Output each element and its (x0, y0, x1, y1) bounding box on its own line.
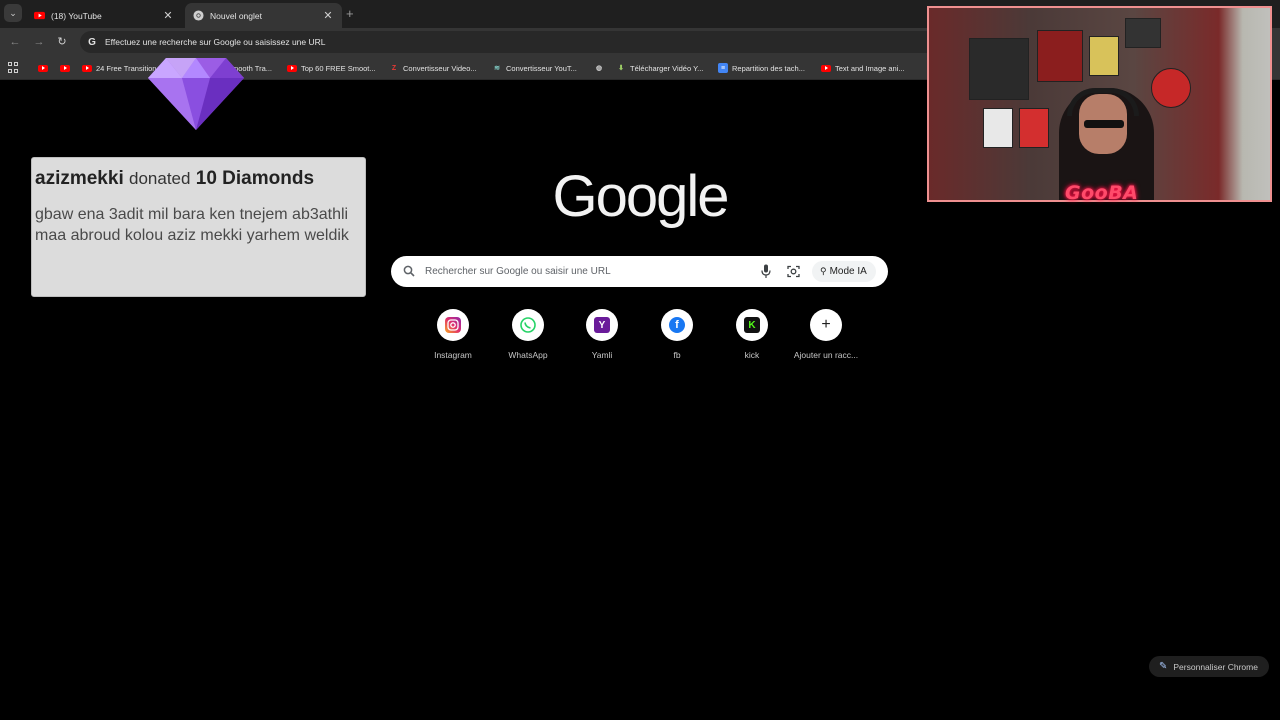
customize-chrome-button[interactable]: ✎ Personnaliser Chrome (1149, 656, 1269, 677)
ai-mode-label: Mode IA (829, 266, 867, 277)
address-bar-text: Effectuez une recherche sur Google ou sa… (105, 37, 326, 47)
chrome-icon (193, 10, 204, 21)
sunglasses (1084, 120, 1124, 128)
tab-youtube[interactable]: (18) YouTube ✕ (26, 3, 182, 28)
shortcut-label: Yamli (591, 350, 613, 360)
shortcuts-row: Instagram WhatsApp Y Yamli f fb K kick +… (416, 309, 864, 369)
jersey (983, 108, 1013, 148)
shortcut-tile (512, 309, 544, 341)
diamond-icon (148, 58, 244, 130)
pencil-icon: ✎ (1159, 661, 1168, 672)
bookmark-item[interactable]: ◍ (594, 61, 608, 75)
shortcut-label: Instagram (434, 350, 472, 360)
docs-icon: ≡ (718, 63, 728, 73)
bookmark-item[interactable]: Z Convertisseur Video... (389, 61, 477, 75)
sparkle-search-icon: ⚲ (820, 266, 827, 276)
bookmark-item[interactable]: Text and Image ani... (821, 61, 905, 75)
streamer-tag: GooBA (1065, 182, 1139, 204)
shortcut-label: Ajouter un racc... (793, 350, 859, 360)
tab-new-tab[interactable]: Nouvel onglet ✕ (185, 3, 342, 28)
microphone-icon[interactable] (761, 264, 771, 279)
shortcut-tile (437, 309, 469, 341)
whatsapp-icon (520, 317, 536, 333)
webcam-overlay (927, 6, 1272, 202)
lens-camera-icon[interactable] (787, 265, 800, 278)
back-arrow-icon[interactable]: ← (8, 35, 22, 49)
shortcut-label: fb (673, 350, 681, 360)
wave-icon: ≋ (494, 65, 500, 72)
ai-mode-button[interactable]: ⚲ Mode IA (812, 261, 876, 282)
facebook-icon: f (669, 317, 685, 333)
bookmark-item[interactable]: ≋ Convertisseur YouT... (492, 61, 577, 75)
bookmark-item[interactable]: ⬇ Télécharger Vidéo Y... (616, 61, 703, 75)
jersey (1019, 108, 1049, 148)
globe-icon: ◍ (595, 65, 603, 72)
shortcut-tile: Y (586, 309, 618, 341)
donation-alert: azizmekki donated 10 Diamonds gbaw ena 3… (31, 157, 366, 297)
bookmark-item[interactable] (60, 61, 74, 75)
shortcut-whatsapp[interactable]: WhatsApp (491, 309, 565, 369)
shortcut-tile: K (736, 309, 768, 341)
shortcut-label: WhatsApp (508, 350, 548, 360)
google-logo: Google (552, 164, 729, 229)
donor-name: azizmekki (35, 168, 124, 189)
search-placeholder: Rechercher sur Google ou saisir une URL (425, 266, 611, 277)
close-icon[interactable]: ✕ (162, 10, 174, 22)
yamli-icon: Y (594, 317, 610, 333)
tab-title: (18) YouTube (51, 10, 102, 21)
reload-icon[interactable]: ↻ (55, 35, 69, 49)
z-icon: Z (391, 64, 397, 72)
bookmark-item[interactable]: ≡ Repartition des tach... (718, 61, 805, 75)
search-box[interactable]: Rechercher sur Google ou saisir une URL … (391, 256, 888, 287)
shortcut-tile: f (661, 309, 693, 341)
tab-search-button[interactable]: ⌄ (4, 4, 22, 22)
poster (1089, 36, 1119, 76)
bookmark-item[interactable]: Top 60 FREE Smoot... (287, 61, 376, 75)
shortcut-instagram[interactable]: Instagram (416, 309, 490, 369)
donation-amount: 10 Diamonds (195, 168, 315, 189)
shortcut-tile: + (810, 309, 842, 341)
shortcut-kick[interactable]: K kick (715, 309, 789, 369)
shortcut-fb[interactable]: f fb (640, 309, 714, 369)
google-g-icon: G (88, 36, 96, 48)
poster (969, 38, 1029, 100)
download-icon: ⬇ (618, 65, 624, 72)
poster (1037, 30, 1083, 82)
youtube-icon (38, 64, 48, 72)
youtube-icon (287, 64, 297, 72)
kick-icon: K (744, 317, 760, 333)
flag (1151, 68, 1191, 108)
bookmark-item[interactable] (38, 61, 52, 75)
forward-arrow-icon[interactable]: → (32, 35, 46, 49)
youtube-icon (60, 64, 70, 72)
tab-title: Nouvel onglet (210, 10, 262, 21)
customize-label: Personnaliser Chrome (1173, 661, 1258, 672)
youtube-icon (82, 64, 92, 72)
youtube-icon (821, 64, 831, 72)
close-icon[interactable]: ✕ (322, 10, 334, 22)
shortcut-label: kick (744, 350, 760, 360)
shortcut-add[interactable]: + Ajouter un racc... (789, 309, 863, 369)
poster (1125, 18, 1161, 48)
apps-grid-icon[interactable] (8, 62, 19, 73)
donation-message: gbaw ena 3adit mil bara ken tnejem ab3at… (35, 206, 349, 244)
new-tab-button[interactable]: + (346, 6, 354, 21)
instagram-icon (445, 317, 461, 333)
youtube-icon (34, 11, 45, 20)
search-icon (403, 265, 415, 277)
shortcut-yamli[interactable]: Y Yamli (565, 309, 639, 369)
donation-action: donated (129, 169, 191, 188)
plus-icon: + (821, 316, 831, 333)
alert-header: azizmekki donated 10 Diamonds (35, 168, 365, 190)
